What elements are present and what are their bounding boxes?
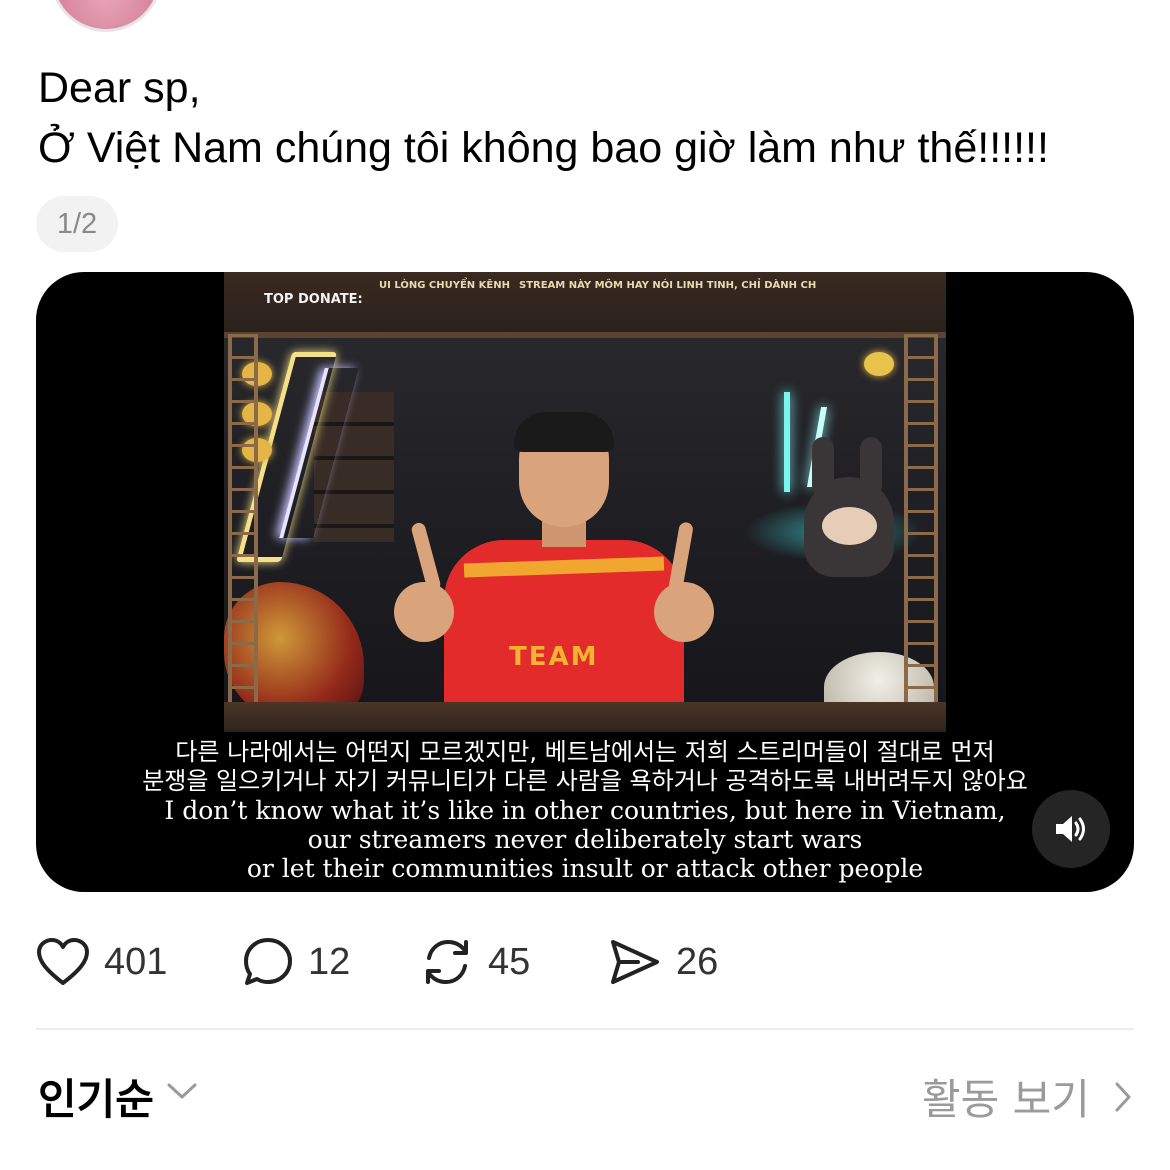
repost-button[interactable]: 45: [420, 930, 530, 994]
chevron-right-icon[interactable]: [1112, 1080, 1134, 1114]
comment-count: 12: [308, 940, 351, 983]
chevron-down-icon[interactable]: [165, 1080, 199, 1102]
streamer: TEAM: [394, 412, 714, 732]
speaker-icon: [1056, 816, 1085, 842]
repost-count: 45: [488, 940, 531, 983]
sound-toggle-button[interactable]: [1032, 790, 1110, 868]
overlay-stream-text: STREAM NÀY MÔM HAY NÓI LINH TINH, CHỈ DÀ…: [519, 280, 817, 291]
divider: [36, 1028, 1134, 1030]
ladder-frame: [904, 334, 938, 732]
subtitle-english-line-3: or let their communities insult or attac…: [246, 854, 924, 883]
plush-toy: [794, 437, 904, 577]
comment-button[interactable]: 12: [242, 930, 350, 994]
lantern-decoration: [864, 352, 894, 376]
subtitle-english-line-2: our streamers never deliberately start w…: [307, 825, 863, 854]
overlay-channel-text: UI LÒNG CHUYỂN KÊNH: [379, 280, 510, 291]
subtitle-english-line-1: I don’t know what it’s like in other cou…: [164, 796, 1006, 825]
subtitle-korean-line-1: 다른 나라에서는 어떤지 모르겠지만, 베트남에서는 저희 스트리머들이 절대로…: [175, 738, 995, 766]
jersey-text: TEAM: [509, 642, 599, 672]
media-counter-badge: 1/2: [36, 196, 118, 252]
post-greeting: Dear sp,: [38, 64, 201, 112]
neon-light: [784, 392, 790, 492]
post-text: Dear sp, Ở Việt Nam chúng tôi không bao …: [38, 58, 1049, 178]
like-button[interactable]: 401: [36, 930, 167, 994]
share-count: 26: [676, 940, 719, 983]
comment-icon: [244, 938, 292, 985]
share-button[interactable]: 26: [608, 930, 718, 994]
stream-overlay-bar: TOP DONATE: UI LÒNG CHUYỂN KÊNH STREAM N…: [224, 272, 946, 338]
post-actions: 401 12 45 26: [36, 930, 1136, 994]
avatar[interactable]: [50, 0, 162, 32]
heart-icon: [37, 938, 89, 985]
video-player[interactable]: TOP DONATE: UI LÒNG CHUYỂN KÊNH STREAM N…: [36, 272, 1134, 892]
video-frame: TOP DONATE: UI LÒNG CHUYỂN KÊNH STREAM N…: [224, 272, 946, 732]
subtitles: 다른 나라에서는 어떤지 모르겠지만, 베트남에서는 저희 스트리머들이 절대로…: [36, 738, 1134, 883]
desk-shelf: [224, 702, 946, 732]
repost-icon: [426, 939, 468, 985]
view-activity-link[interactable]: 활동 보기: [922, 1066, 1090, 1127]
subtitle-korean-line-2: 분쟁을 일으키거나 자기 커뮤니티가 다른 사람을 욕하거나 공격하도록 내버려…: [142, 767, 1028, 795]
post-body: Ở Việt Nam chúng tôi không bao giờ làm n…: [38, 124, 1049, 172]
overlay-top-donate: TOP DONATE:: [264, 292, 363, 307]
like-count: 401: [104, 940, 168, 983]
send-icon: [611, 940, 659, 984]
ladder-frame: [228, 334, 258, 732]
sort-dropdown[interactable]: 인기순: [38, 1066, 154, 1127]
